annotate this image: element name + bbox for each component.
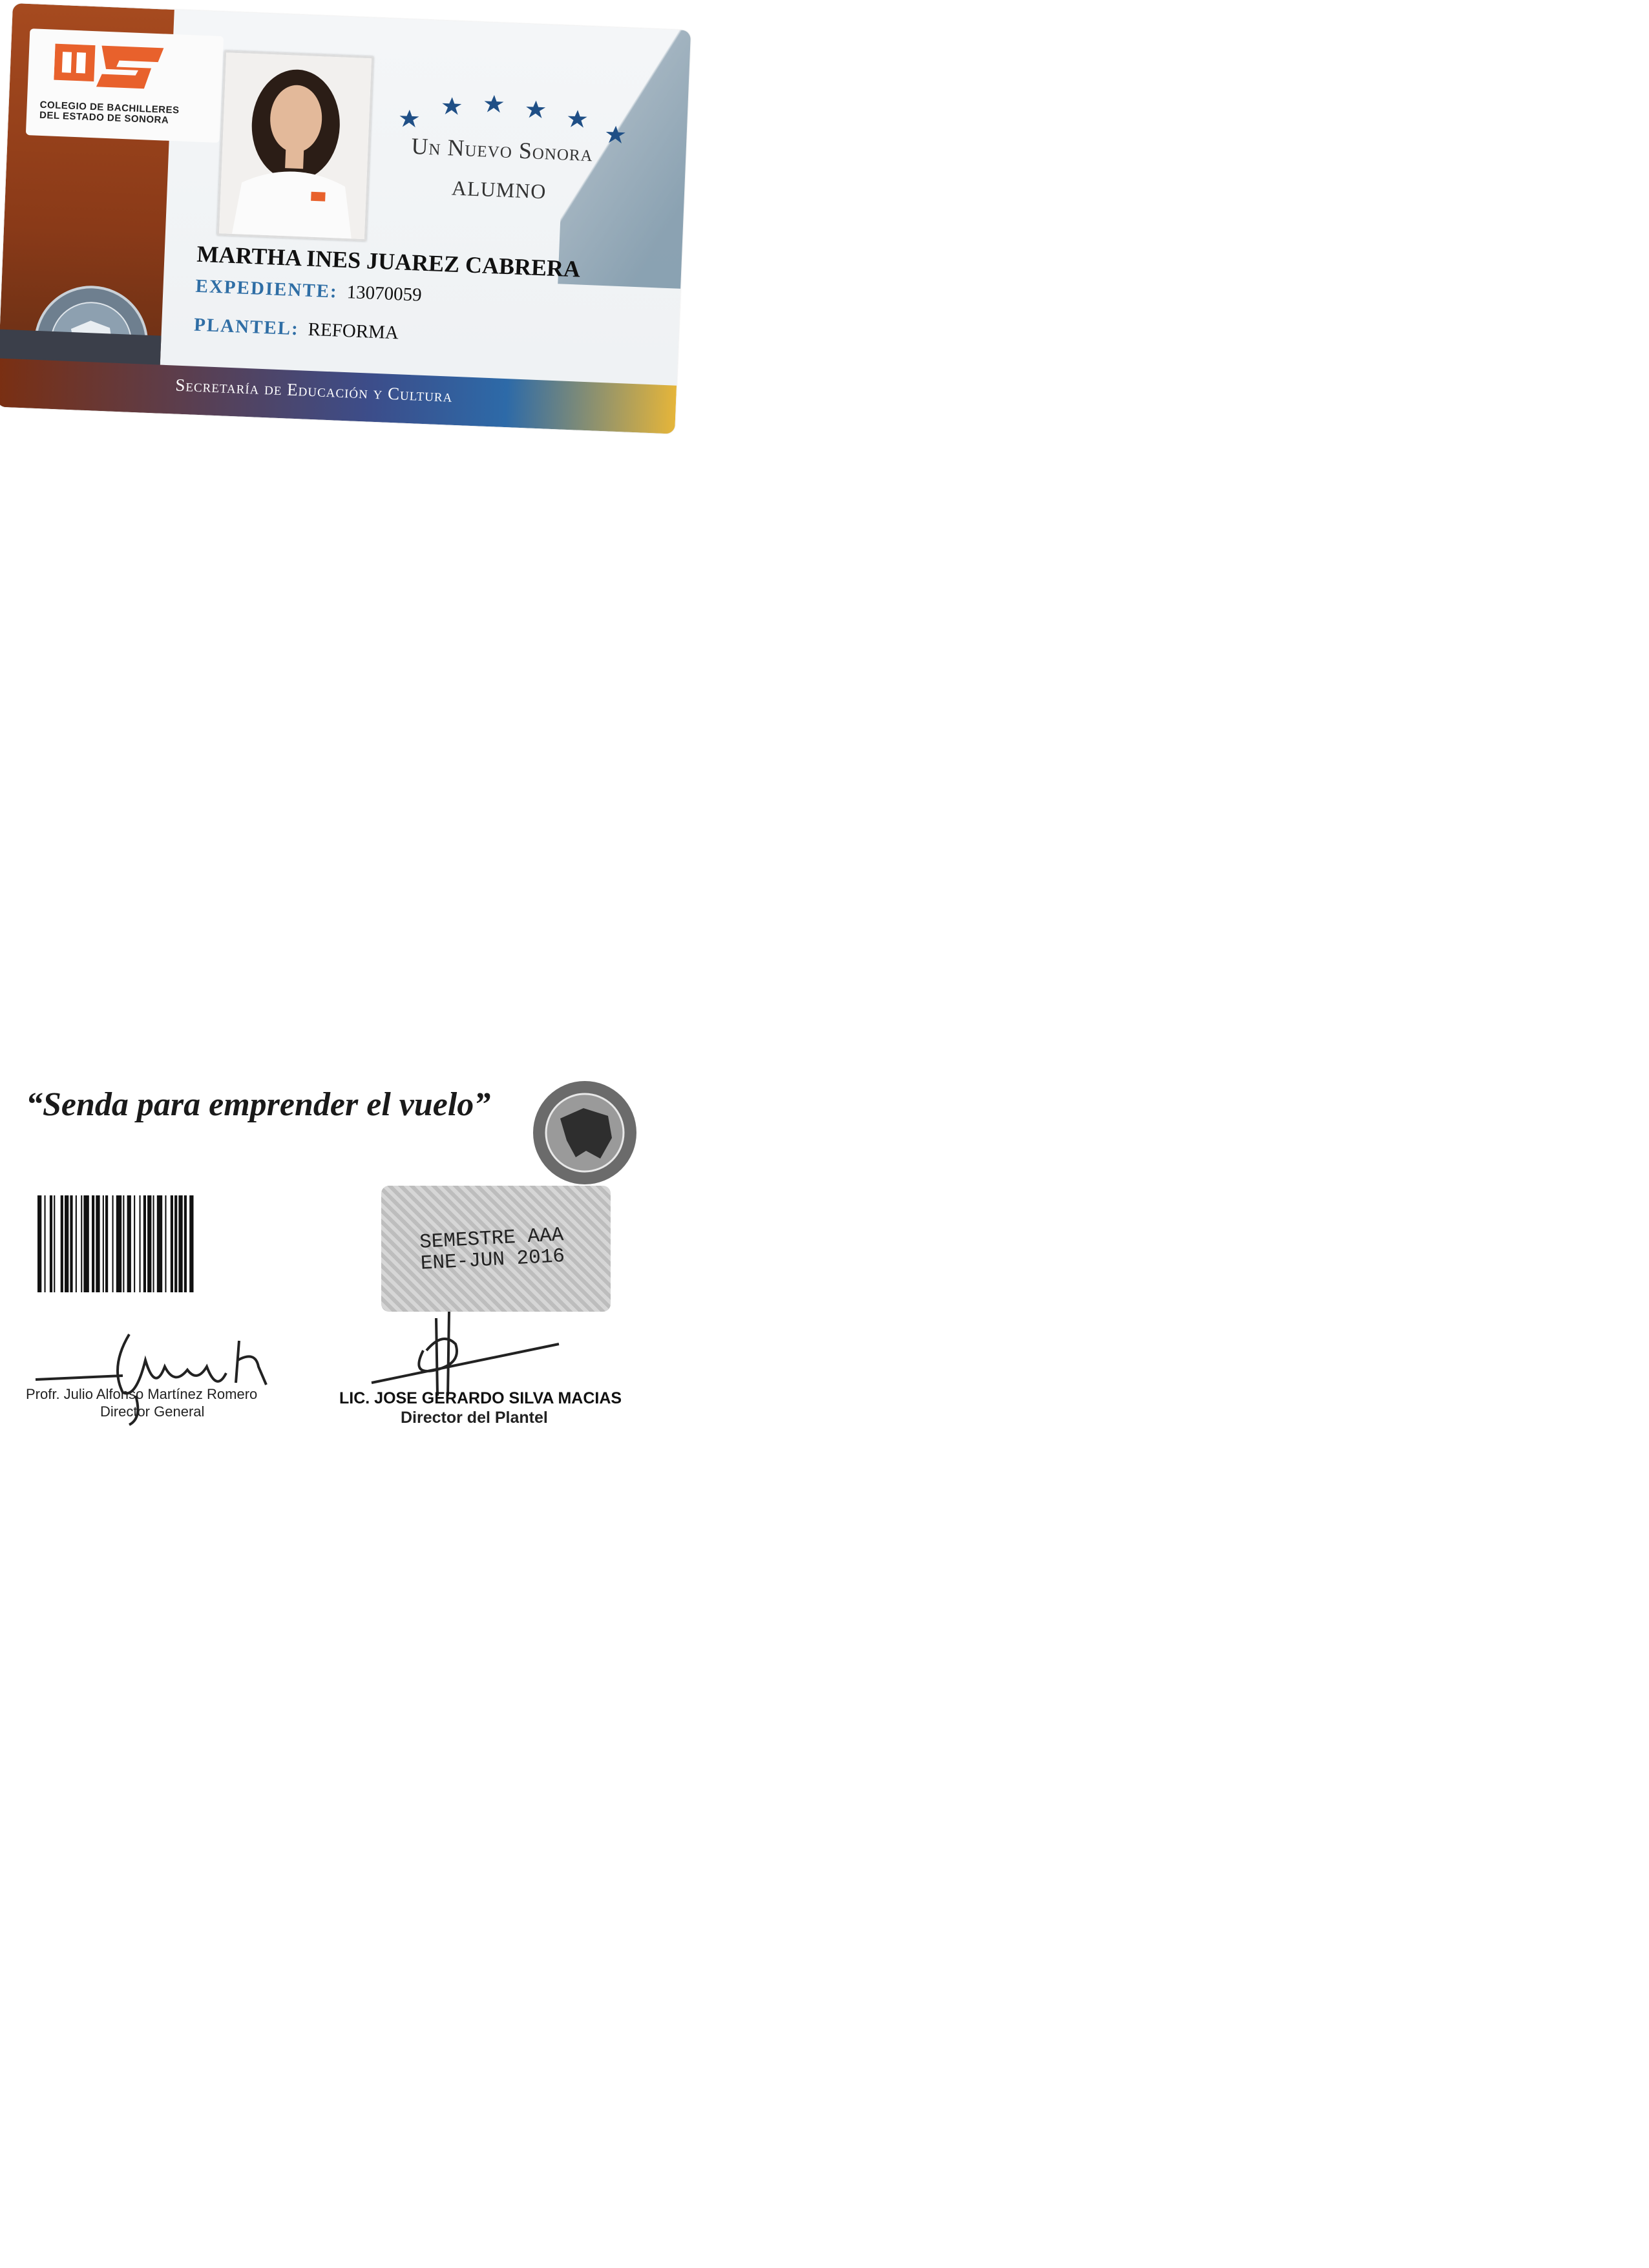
director-plantel-signature-image: [371, 1311, 560, 1396]
barcode-bar: [184, 1195, 187, 1292]
barcode-bar: [37, 1195, 42, 1292]
barcode-bar: [65, 1195, 69, 1292]
barcode-bar: [75, 1195, 77, 1292]
expediente-row: EXPEDIENTE: 13070059: [195, 276, 422, 306]
barcode-bar: [112, 1195, 114, 1292]
id-card-front: COLEGIO DE BACHILLERES DEL ESTADO DE SON…: [0, 3, 691, 434]
student-name: MARTHA INES JUAREZ CABRERA: [196, 240, 581, 282]
semester-stamp-text: SEMESTRE AAA ENE-JUN 2016: [419, 1224, 565, 1276]
slogan-text: “Senda para emprender el vuelo”: [26, 1086, 491, 1123]
director-general-name: Profr. Julio Alfonso Martínez Romero: [26, 1386, 258, 1402]
expediente-value: 13070059: [346, 282, 423, 306]
barcode-bar: [156, 1195, 163, 1292]
student-portrait-image: [218, 52, 372, 240]
cobach-logo-mark: [54, 43, 164, 89]
director-plantel-name: LIC. JOSE GERARDO SILVA MACIAS: [339, 1389, 622, 1407]
barcode-bar: [81, 1195, 83, 1292]
barcode-bar: [116, 1195, 122, 1292]
barcode-bar: [165, 1195, 167, 1292]
barcode-bar: [139, 1195, 141, 1292]
role-label: ALUMNO: [451, 176, 547, 204]
plantel-label: PLANTEL:: [193, 314, 300, 340]
barcode-bar: [60, 1195, 63, 1292]
barcode-bar: [70, 1195, 73, 1292]
expediente-label: EXPEDIENTE:: [195, 275, 339, 302]
barcode-bar: [127, 1195, 131, 1292]
plantel-row: PLANTEL: REFORMA: [194, 315, 399, 344]
institution-name: COLEGIO DE BACHILLERES DEL ESTADO DE SON…: [39, 99, 180, 126]
barcode-bar: [147, 1195, 152, 1292]
barcode-bar: [178, 1195, 183, 1292]
barcode-bar: [105, 1195, 109, 1292]
barcode-bar: [83, 1195, 89, 1292]
barcode-bar: [174, 1195, 178, 1292]
plantel-value: REFORMA: [308, 319, 399, 344]
barcode-bar: [170, 1195, 173, 1292]
semester-validation-stamp: SEMESTRE AAA ENE-JUN 2016: [381, 1186, 611, 1312]
barcode-bar: [54, 1195, 56, 1292]
barcode-bar: [134, 1195, 136, 1292]
barcode-bar: [44, 1195, 46, 1292]
cobach-logo: COLEGIO DE BACHILLERES DEL ESTADO DE SON…: [25, 28, 224, 143]
barcode-bar: [102, 1195, 104, 1292]
barcode-bar: [123, 1195, 125, 1292]
barcode-bar: [152, 1195, 154, 1292]
barcode-bar: [143, 1195, 146, 1292]
barcode-image: [37, 1195, 194, 1292]
barcode-bar: [96, 1195, 100, 1292]
state-seal-back-icon: [533, 1081, 636, 1184]
director-general-title: Director General: [100, 1403, 205, 1420]
director-plantel-title: Director del Plantel: [401, 1409, 548, 1427]
barcode-bar: [49, 1195, 53, 1292]
student-photo: [216, 50, 374, 242]
barcode-bar: [92, 1195, 95, 1292]
barcode-bar: [189, 1195, 194, 1292]
